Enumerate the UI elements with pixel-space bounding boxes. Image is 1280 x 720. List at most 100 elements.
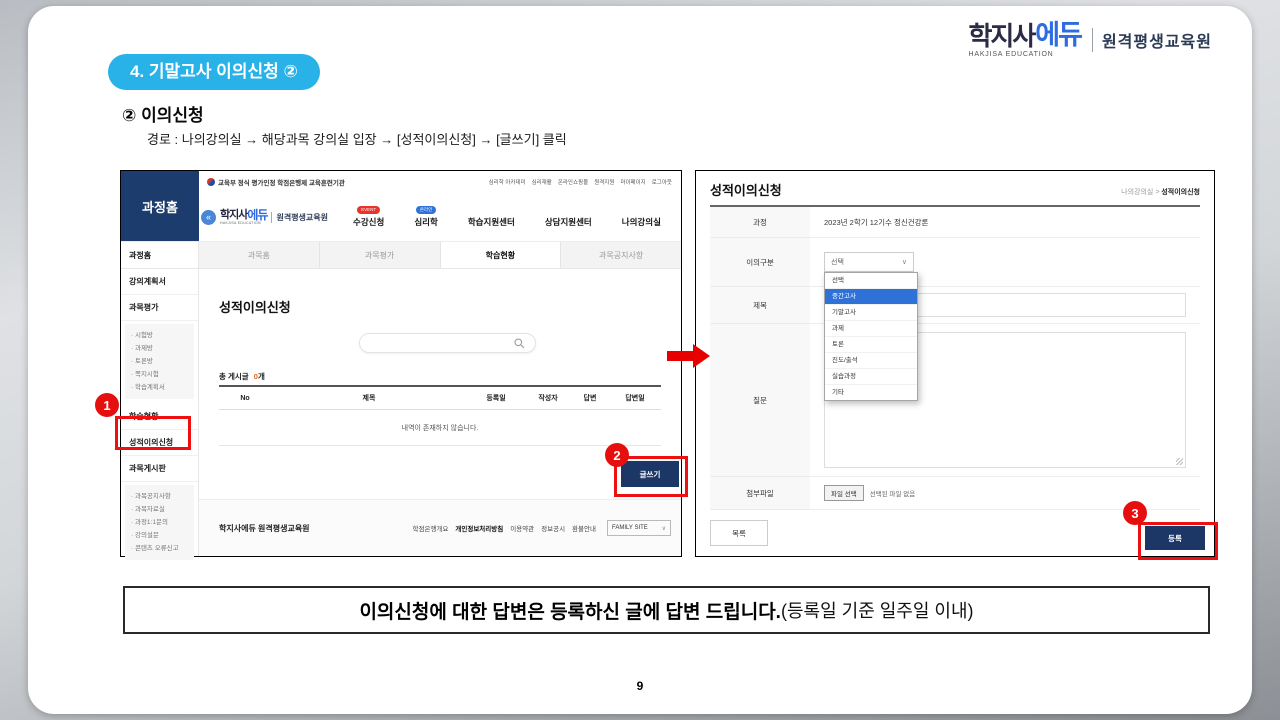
utility-link-remote[interactable]: 원격지원 (594, 178, 614, 186)
chevron-down-icon: ∨ (902, 258, 907, 266)
breadcrumb-parent[interactable]: 나의강의실 (1121, 189, 1153, 196)
file-select-button[interactable]: 파일 선택 (824, 485, 864, 501)
tab-course-eval[interactable]: 과목평가 (320, 242, 441, 268)
objection-type-dropdown: 선택 중간고사 기말고사 과제 토론 진도/출석 실습과정 기타 (824, 272, 918, 401)
sidebar-sub-lecture-survey[interactable]: · 강의설문 (131, 529, 188, 542)
column-writer: 작성자 (525, 393, 571, 403)
footer-link-terms[interactable]: 이용약관 (510, 523, 534, 533)
column-reg-date: 등록일 (467, 393, 525, 403)
notice-normal-text: (등록일 기준 일주일 이내) (781, 597, 974, 623)
footer-links: 학점은행개요 개인정보처리방침 이용약관 정보공시 환불안내 FAMILY SI… (413, 520, 672, 536)
logo-org-name: 원격평생교육원 (1102, 28, 1212, 52)
nav-logo-subtext: HAKJISA EDUCATION (220, 222, 267, 226)
dropdown-option-midterm[interactable]: 중간고사 (825, 289, 917, 305)
sidebar-eval-submenu: · 시험방 · 과제방 · 토론방 · 쪽지시험 · 학습계획서 (125, 324, 194, 399)
sidebar-header-evaluation[interactable]: 과목평가 (121, 295, 198, 321)
nav-logo-divider (271, 212, 272, 223)
tab-course-home[interactable]: 과목홈 (199, 242, 320, 268)
sidebar-header-course-board[interactable]: 과목게시판 (121, 456, 198, 482)
course-label: 과정 (710, 207, 810, 237)
notice-bold-text: 이의신청에 대한 답변은 등록하신 글에 답변 드립니다. (359, 597, 781, 624)
menu-item-counsel-support[interactable]: 상담지원센터 (545, 207, 592, 228)
presentation-canvas: 학지사 에듀 HAKJISA EDUCATION 원격평생교육원 4. 기말고사… (0, 0, 1280, 720)
total-posts-unit: 개 (258, 372, 265, 381)
form-row-course: 과정 2023년 2학기 12기수 정신건강론 (710, 207, 1200, 238)
footer-brand: 학지사에듀 원격평생교육원 (219, 523, 310, 534)
menu-item-my-classroom[interactable]: 나의강의실 (622, 207, 661, 228)
footer-link-refund[interactable]: 환불안내 (572, 523, 596, 533)
hakjisa-logo: 학지사 에듀 HAKJISA EDUCATION 원격평생교육원 (969, 22, 1213, 58)
course-home-block[interactable]: 과정홈 (121, 171, 199, 241)
sidebar-sub-content-error-report[interactable]: · 콘텐츠 오류신고 (131, 542, 188, 555)
sidebar-sub-course-notice[interactable]: · 과목공지사항 (131, 490, 188, 503)
table-header-row: No 제목 등록일 작성자 답변 답변일 (219, 385, 661, 410)
menu-item-learning-support[interactable]: 학습지원센터 (468, 207, 515, 228)
question-label: 질문 (710, 324, 810, 476)
callout-step-1: 1 (95, 393, 119, 417)
dropdown-option-progress[interactable]: 진도/출석 (825, 353, 917, 369)
ministry-logo-icon (207, 178, 215, 186)
page-title: 성적이의신청 (219, 297, 291, 316)
ministry-text: 교육부 정식 평가인정 학점은행제 교육훈련기관 (218, 177, 345, 187)
top-utility-bar: 교육부 정식 평가인정 학점은행제 교육훈련기관 심리학 아카데미 심리재활 온… (199, 171, 680, 193)
sidebar-sub-course-materials[interactable]: · 과목자료실 (131, 503, 188, 516)
tab-learning-status[interactable]: 학습현황 (441, 242, 562, 268)
lms-list-screenshot: 과정홈 교육부 정식 평가인정 학점은행제 교육훈련기관 심리학 아카데미 심리… (120, 170, 682, 557)
tab-course-notice[interactable]: 과목공지사항 (561, 242, 681, 268)
breadcrumb-current: 성적이의신청 (1161, 189, 1200, 196)
sidebar-item-course-home[interactable]: 과정홈 (121, 242, 199, 268)
select-current-value: 선택 (831, 257, 844, 267)
ministry-accreditation: 교육부 정식 평가인정 학점은행제 교육훈련기관 (207, 177, 345, 187)
highlight-box-submit-button (1138, 522, 1218, 560)
dropdown-option-select[interactable]: 선택 (825, 273, 917, 289)
column-answer-date: 답변일 (609, 393, 661, 403)
flow-arrow-icon (667, 343, 711, 369)
family-site-select[interactable]: FAMILY SITE ∨ (607, 520, 671, 536)
total-posts-label: 총 게시글 (219, 372, 249, 381)
utility-link-logout[interactable]: 로그아웃 (652, 178, 672, 186)
sidebar-sub-assignment-room[interactable]: · 과제방 (131, 342, 188, 355)
search-input[interactable] (359, 333, 536, 353)
sidebar-item-syllabus[interactable]: 강의계획서 (121, 269, 198, 295)
sidebar-sub-discussion-room[interactable]: · 토론방 (131, 355, 188, 368)
footer-link-credit-bank[interactable]: 학점은행개요 (413, 523, 449, 533)
utility-link-academy[interactable]: 심리학 아카데미 (489, 178, 526, 186)
utility-link-shop[interactable]: 온라인쇼핑몰 (558, 178, 588, 186)
footer-link-privacy[interactable]: 개인정보처리방침 (455, 523, 503, 533)
sidebar-sub-study-plan[interactable]: · 학습계획서 (131, 381, 188, 394)
list-button[interactable]: 목록 (710, 520, 768, 546)
logo-text-hakjisa: 학지사 (969, 23, 1035, 49)
course-sidebar: 강의계획서 과목평가 · 시험방 · 과제방 · 토론방 · 쪽지시험 · 학습… (121, 269, 199, 556)
search-icon (514, 338, 525, 349)
empty-list-message: 내역이 존재하지 않습니다. (219, 410, 661, 446)
menu-item-psychology[interactable]: 온라인 심리학 (414, 206, 437, 228)
utility-link-mypage[interactable]: 마이페이지 (620, 178, 645, 186)
objection-type-select[interactable]: 선택 ∨ (824, 252, 914, 272)
subject-label: 제목 (710, 287, 810, 323)
resize-handle-icon[interactable] (1176, 458, 1183, 465)
dropdown-option-etc[interactable]: 기타 (825, 385, 917, 400)
utility-link-rehab[interactable]: 심리재활 (532, 178, 552, 186)
footer-link-disclosure[interactable]: 정보공시 (541, 523, 565, 533)
highlight-box-sidebar-objection (115, 416, 191, 450)
event-badge: EVENT (357, 206, 380, 214)
sidebar-sub-quiz[interactable]: · 쪽지시험 (131, 368, 188, 381)
form-row-type: 이의구분 선택 ∨ 선택 중간고사 기말고사 과제 토론 진도/출석 실습과정 (710, 238, 1200, 287)
dropdown-option-discussion[interactable]: 토론 (825, 337, 917, 353)
column-answer: 답변 (571, 393, 609, 403)
navigation-path-text: 경로 : 나의강의실 → 해당과목 강의실 입장 → [성적이의신청] → [글… (147, 129, 567, 148)
dropdown-option-practice[interactable]: 실습과정 (825, 369, 917, 385)
sidebar-sub-exam-room[interactable]: · 시험방 (131, 329, 188, 342)
collapse-chevron-icon[interactable]: « (201, 210, 216, 225)
objection-form: 과정 2023년 2학기 12기수 정신건강론 이의구분 선택 ∨ 선택 중간고… (710, 207, 1200, 510)
menu-label-my-classroom: 나의강의실 (622, 216, 661, 228)
slide-title-badge: 4. 기말고사 이의신청 ② (108, 54, 320, 90)
page-number: 9 (0, 679, 1280, 693)
callout-step-2: 2 (605, 443, 629, 467)
nav-logo-edu: 에듀 (247, 209, 267, 221)
menu-item-enroll[interactable]: EVENT 수강신청 (353, 206, 384, 228)
dropdown-option-assignment[interactable]: 과제 (825, 321, 917, 337)
dropdown-option-final[interactable]: 기말고사 (825, 305, 917, 321)
breadcrumb: 나의강의실 > 성적이의신청 (1121, 187, 1200, 197)
sidebar-sub-course-inquiry[interactable]: · 과정1:1문의 (131, 516, 188, 529)
